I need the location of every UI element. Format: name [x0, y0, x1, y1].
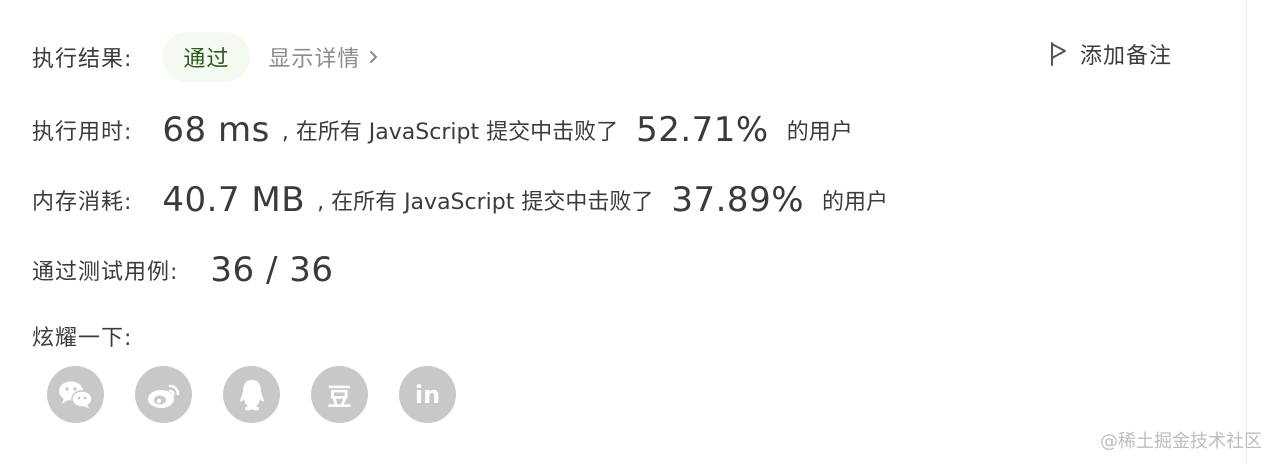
share-icons: 豆 in: [47, 366, 487, 423]
runtime-row: 执行用时: 68 ms , 在所有 JavaScript 提交中击败了 52.7…: [32, 106, 853, 154]
wechat-icon: [58, 381, 93, 409]
add-note-button[interactable]: 添加备注: [1048, 38, 1172, 70]
share-label: 炫耀一下:: [32, 326, 133, 351]
memory-label: 内存消耗:: [32, 190, 133, 215]
memory-value: 40.7 MB: [162, 180, 306, 220]
add-note-label: 添加备注: [1080, 44, 1173, 69]
linkedin-icon: in: [414, 380, 441, 409]
watermark: @稀土掘金技术社区: [1100, 431, 1262, 452]
flag-icon: [1051, 42, 1066, 66]
runtime-value: 68 ms: [162, 110, 270, 150]
share-row: 炫耀一下:: [32, 316, 132, 356]
tests-row: 通过测试用例: 36 / 36: [32, 246, 334, 294]
runtime-suffix: 的用户: [786, 120, 853, 145]
qq-icon: [239, 379, 264, 410]
memory-percent: 37.89%: [671, 180, 805, 220]
share-wechat-button[interactable]: [47, 366, 104, 423]
share-qq-button[interactable]: [223, 366, 280, 423]
submission-result-panel: 执行结果: 通过 显示详情 添加备注 执行用时: 68 ms , 在所有 Jav…: [0, 0, 1276, 464]
show-details-label: 显示详情: [268, 47, 361, 72]
runtime-label: 执行用时:: [32, 120, 133, 145]
result-label: 执行结果:: [32, 47, 133, 72]
share-douban-button[interactable]: 豆: [311, 366, 368, 423]
tests-label: 通过测试用例:: [32, 260, 179, 285]
runtime-percent: 52.71%: [636, 110, 769, 150]
douban-icon: 豆: [327, 383, 352, 411]
runtime-text: , 在所有 JavaScript 提交中击败了: [281, 120, 619, 145]
result-row: 执行结果: 通过 显示详情: [32, 32, 380, 82]
tests-value: 36 / 36: [210, 250, 334, 290]
share-linkedin-button[interactable]: in: [399, 366, 456, 423]
weibo-icon: [147, 384, 179, 408]
share-weibo-button[interactable]: [135, 366, 192, 423]
chevron-right-icon: [370, 51, 378, 63]
panel-divider: [1246, 0, 1247, 464]
memory-row: 内存消耗: 40.7 MB , 在所有 JavaScript 提交中击败了 37…: [32, 176, 888, 224]
status-badge: 通过: [162, 32, 251, 82]
memory-text: , 在所有 JavaScript 提交中击败了: [317, 190, 654, 215]
memory-suffix: 的用户: [822, 190, 889, 215]
show-details-link[interactable]: 显示详情: [268, 41, 380, 73]
